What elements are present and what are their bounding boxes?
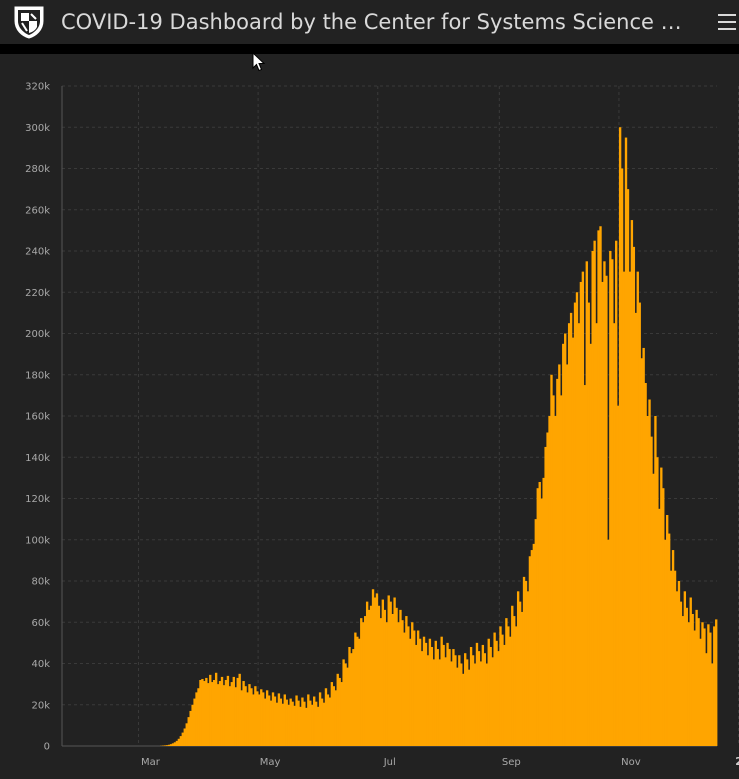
daily-cases-bar-chart[interactable]: 0 20k 40k 60k 80k 100k 120k 140k 160k 180k 200k 220… [0,0,739,779]
y-tick-label: 0 [44,742,50,753]
x-tick-label: Sep [502,757,521,768]
y-tick-label: 320k [25,82,50,93]
y-tick-label: 300k [25,123,50,134]
y-tick-label: 280k [25,164,50,175]
y-tick-label: 100k [25,535,50,546]
y-tick-label: 260k [25,205,50,216]
x-tick-label: Mar [141,757,161,768]
y-tick-label: 200k [25,329,50,340]
y-tick-label: 180k [25,370,50,381]
y-tick-label: 240k [25,247,50,258]
bar [715,619,718,746]
x-tick-label: Nov [621,757,641,768]
y-tick-label: 40k [31,659,50,670]
y-tick-label: 220k [25,288,50,299]
y-tick-label: 160k [25,412,50,423]
x-tick-label: Jul [383,757,396,768]
y-tick-label: 80k [31,577,50,588]
y-tick-label: 20k [31,700,50,711]
y-tick-label: 60k [31,618,50,629]
y-tick-label: 140k [25,453,50,464]
y-tick-label: 120k [25,494,50,505]
mouse-cursor-icon [252,52,266,72]
x-tick-label: May [260,757,281,768]
x-tick-label: 2021 [735,755,739,768]
